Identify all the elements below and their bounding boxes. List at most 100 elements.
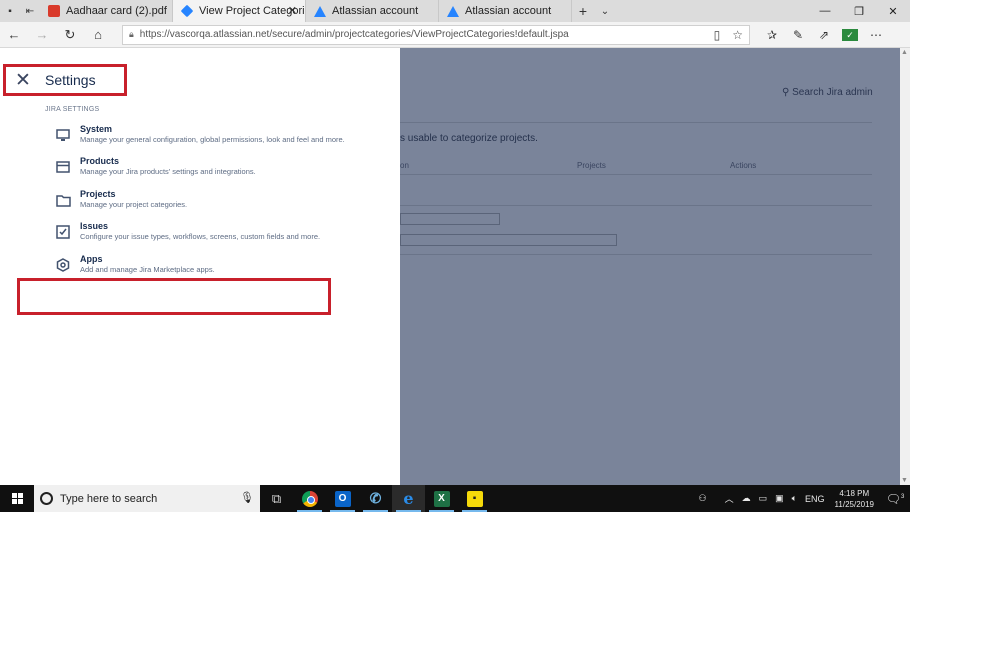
minimize-icon[interactable]: — [808,0,842,22]
browser-tools: ✰ ✎ ⇗ ✓ ⋯ [764,28,884,42]
divider [400,254,872,255]
settings-item-system[interactable]: System Manage your general configuration… [52,124,382,154]
vertical-scrollbar[interactable]: ▲ ▼ [900,48,910,485]
language-indicator[interactable]: ENG [805,494,825,504]
battery-icon[interactable]: ▭ [759,493,768,504]
new-tab-icon[interactable]: + [572,0,594,22]
task-view-button[interactable]: ⧉ [260,485,293,512]
divider [400,122,872,123]
taskbar-outlook[interactable]: O [326,485,359,512]
tab-label: Aadhaar card (2).pdf [66,5,167,17]
set-aside-tabs-icon[interactable]: ⇤ [20,0,40,22]
products-icon [52,156,74,178]
dimmed-page-overlay[interactable]: ⚲ Search Jira admin s usable to categori… [400,48,910,485]
excel-icon: X [433,490,450,507]
tab-actions-icon[interactable]: ▪ [0,0,20,22]
restore-icon[interactable]: ❐ [842,0,876,22]
settings-item-title: Apps [80,254,103,264]
notification-icon[interactable]: 🗨︎3 [884,492,906,506]
window-controls: — ❐ ✕ [808,0,910,22]
settings-item-text: Issues Configure your issue types, workf… [80,221,320,251]
people-icon[interactable]: ⚇ [699,493,707,504]
forward-icon[interactable]: → [28,27,56,42]
back-icon[interactable]: ← [0,27,28,42]
apps-icon [52,254,74,276]
more-menu-icon[interactable]: ⋯ [868,28,884,42]
search-placeholder: Type here to search [60,492,158,505]
microphone-icon[interactable]: 🎙︎ [240,491,254,504]
taskbar-chrome[interactable] [293,485,326,512]
share-icon[interactable]: ⇗ [816,28,832,42]
settings-item-description: Manage your Jira products' settings and … [80,167,256,176]
tab-atlassian-account-2[interactable]: Atlassian account [439,0,572,22]
highlight-box [17,278,331,315]
tab-aadhaar-pdf[interactable]: Aadhaar card (2).pdf [40,0,173,22]
settings-item-description: Manage your project categories. [80,200,188,209]
description-input[interactable] [400,234,617,246]
windows-logo-icon [11,493,23,504]
chevron-down-icon[interactable]: ⌄ [594,0,616,22]
edge-icon: e [403,489,414,508]
windows-taskbar: Type here to search 🎙︎ ⧉ O ✆ e X ▪ ⚇ ︿ ☁… [0,485,910,512]
settings-item-text: Projects Manage your project categories. [80,189,187,219]
favorites-hub-icon[interactable]: ✰ [764,28,780,42]
section-label: JIRA SETTINGS [45,106,100,113]
column-header-actions: Actions [730,161,757,170]
taskbar-search[interactable]: Type here to search 🎙︎ [34,485,260,512]
show-hidden-icons-icon[interactable]: ︿ [725,492,734,505]
taskbar-excel[interactable]: X [425,485,458,512]
scroll-up-icon[interactable]: ▲ [901,49,908,56]
column-header: on [400,161,409,170]
tab-view-project-categories[interactable]: View Project Categories ✕ [173,0,306,22]
phone-icon: ✆ [369,490,382,506]
divider [400,205,872,206]
clock[interactable]: 4:18 PM 11/25/2019 [835,488,874,510]
settings-item-projects[interactable]: Projects Manage your project categories. [52,189,382,219]
close-tab-icon[interactable]: ✕ [288,4,297,17]
url-field[interactable]: 🔒︎ https://vascorqa.atlassian.net/secure… [122,24,750,45]
folder-icon [52,189,74,211]
home-icon[interactable]: ⌂ [84,27,112,42]
onedrive-icon[interactable]: ☁ [742,493,751,504]
cortana-icon [40,492,53,505]
screen: ▪ ⇤ Aadhaar card (2).pdf View Project Ca… [0,0,910,512]
taskbar-phone[interactable]: ✆ [359,485,392,512]
favorite-star-icon[interactable]: ☆ [732,28,743,42]
close-window-icon[interactable]: ✕ [876,0,910,22]
pdf-icon [48,5,60,17]
volume-icon[interactable]: 🔈︎ [792,493,797,504]
lock-icon: 🔒︎ [129,29,134,39]
tab-atlassian-account-1[interactable]: Atlassian account [306,0,439,22]
jira-icon [180,4,194,18]
clock-date: 11/25/2019 [834,499,874,509]
reading-view-icon[interactable]: ▯ [714,28,721,42]
page-description: s usable to categorize projects. [400,133,538,144]
web-note-icon[interactable]: ✎ [790,28,806,42]
name-input[interactable] [400,213,500,225]
browser-tab-bar: ▪ ⇤ Aadhaar card (2).pdf View Project Ca… [0,0,910,22]
close-icon[interactable]: ✕ [6,69,40,92]
atlassian-icon [447,5,459,17]
settings-item-products[interactable]: Products Manage your Jira products' sett… [52,156,382,186]
chrome-icon [301,490,318,507]
address-toolbar: ← → ↻ ⌂ 🔒︎ https://vascorqa.atlassian.ne… [0,22,910,48]
divider [400,174,872,175]
settings-item-text: Products Manage your Jira products' sett… [80,156,256,186]
atlassian-icon [314,5,326,17]
scroll-down-icon[interactable]: ▼ [901,477,908,484]
tab-label: Atlassian account [465,5,552,17]
network-icon[interactable]: ▣ [775,493,784,504]
start-button[interactable] [0,485,34,512]
settings-item-title: System [80,124,113,134]
settings-item-title: Issues [80,221,109,231]
search-jira-admin[interactable]: ⚲ Search Jira admin [782,87,873,98]
task-view-icon: ⧉ [271,490,282,506]
taskbar-edge[interactable]: e [392,485,425,512]
refresh-icon[interactable]: ↻ [56,27,84,43]
settings-item-issues[interactable]: Issues Configure your issue types, workf… [52,221,382,251]
sticky-notes-icon: ▪ [466,490,483,507]
extension-icon[interactable]: ✓ [842,28,858,41]
outlook-icon: O [334,490,351,507]
settings-header: ✕ Settings [3,64,127,96]
taskbar-sticky-notes[interactable]: ▪ [458,485,491,512]
